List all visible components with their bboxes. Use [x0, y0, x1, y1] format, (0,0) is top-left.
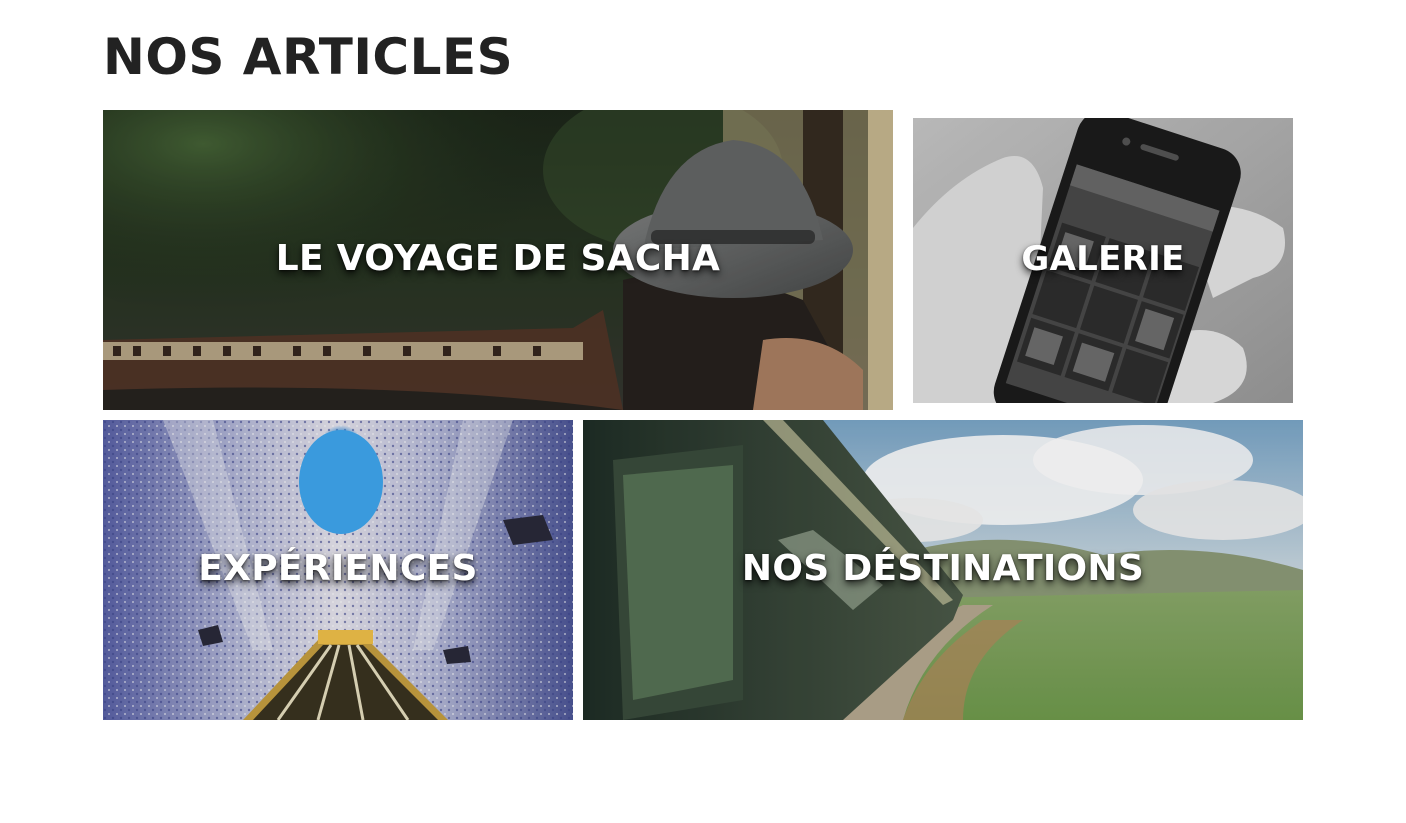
- article-label-experiences: EXPÉRIENCES: [198, 547, 478, 589]
- article-card-experiences[interactable]: EXPÉRIENCES: [103, 420, 573, 720]
- article-label-destinations: NOS DÉSTINATIONS: [741, 547, 1145, 589]
- article-card-destinations[interactable]: NOS DÉSTINATIONS: [583, 420, 1303, 720]
- article-label-galerie: GALERIE: [1021, 238, 1185, 279]
- article-card-voyage[interactable]: LE VOYAGE DE SACHA: [103, 110, 893, 410]
- section-title: NOS ARTICLES: [103, 28, 514, 86]
- page: NOS ARTICLES LE VOYAGE DE SACHA GALERIE …: [0, 0, 1406, 823]
- article-label-voyage: LE VOYAGE DE SACHA: [275, 237, 721, 279]
- article-card-galerie[interactable]: GALERIE: [913, 118, 1293, 403]
